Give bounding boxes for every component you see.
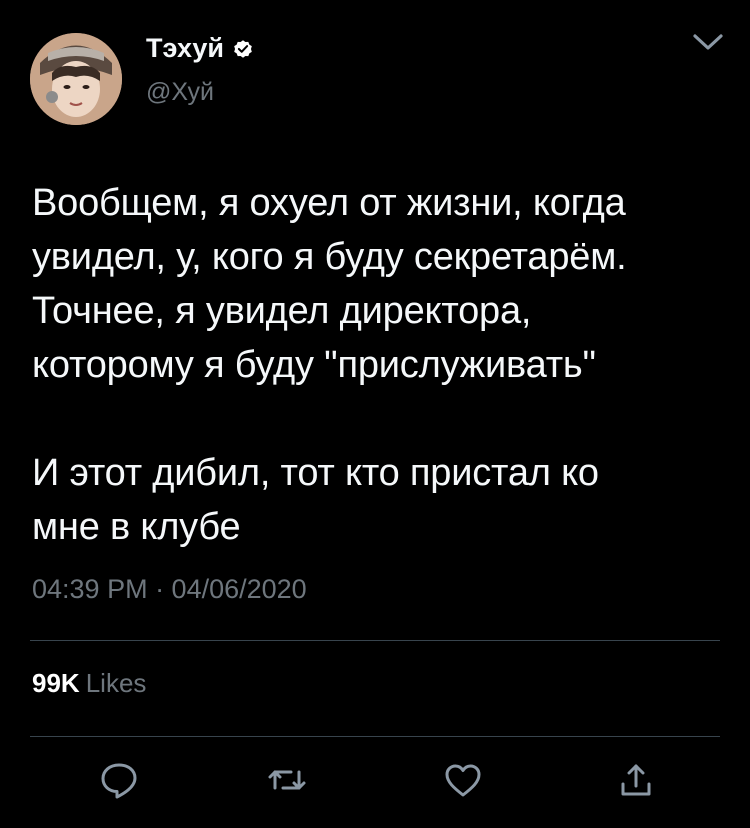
- likes-label: Likes: [85, 668, 147, 698]
- divider: [30, 736, 720, 737]
- tweet-action-bar: [0, 758, 750, 808]
- heart-icon[interactable]: [441, 758, 485, 802]
- avatar-image: [30, 33, 122, 125]
- retweet-icon[interactable]: [265, 758, 309, 802]
- likes-count: 99K: [32, 668, 80, 698]
- likes-stat[interactable]: 99K Likes: [32, 668, 146, 699]
- verified-badge-icon: [234, 39, 252, 58]
- divider: [30, 640, 720, 641]
- tweet-text: Вообщем, я охуел от жизни, когда увидел,…: [32, 182, 627, 548]
- reply-icon[interactable]: [97, 758, 141, 802]
- share-icon[interactable]: [614, 758, 658, 802]
- author-username[interactable]: @Хуй: [146, 78, 214, 107]
- avatar[interactable]: [30, 33, 122, 125]
- author-display-name-row[interactable]: Тэхуй: [146, 33, 254, 64]
- author-display-name[interactable]: Тэхуй: [146, 33, 224, 64]
- tweet-timestamp[interactable]: 04:39 PM · 04/06/2020: [32, 574, 307, 605]
- more-options-chevron-down-icon[interactable]: [690, 30, 726, 56]
